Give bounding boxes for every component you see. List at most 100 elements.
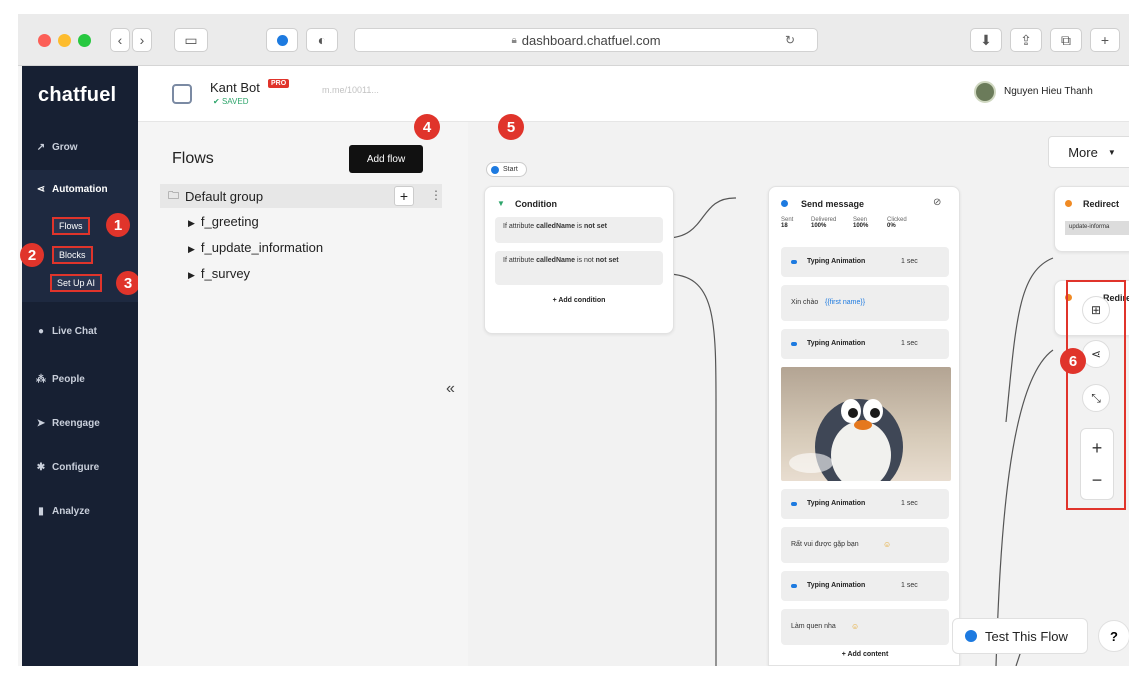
condition-attribute: calledName	[536, 257, 576, 264]
condition-row[interactable]: If attribute calledName is not not set	[495, 251, 663, 285]
sidebar-item-label: Live Chat	[52, 326, 98, 337]
saved-status: ✔ SAVED	[213, 97, 248, 106]
condition-value: not set	[583, 223, 607, 230]
flows-panel: Flows Add flow 4 🗀︎ Default group + ⋮ ▶ f…	[138, 114, 468, 666]
flow-item[interactable]: ▶ f_update_information	[188, 240, 323, 255]
sidebar-subitem-flows[interactable]: Flows	[52, 217, 90, 235]
extension-button[interactable]	[266, 28, 298, 52]
send-message-title: Send message	[801, 199, 865, 209]
url-text: dashboard.chatfuel.com	[521, 32, 661, 48]
redirect-card[interactable]: Redirect update-informa	[1054, 186, 1129, 252]
bot-name[interactable]: Kant Bot	[210, 80, 260, 95]
sidebar-item-automation[interactable]: ⋖ Automation	[36, 184, 108, 195]
reload-icon[interactable]: ↻	[785, 33, 817, 47]
start-pill[interactable]: Start	[486, 162, 527, 177]
flow-group-row[interactable]: 🗀︎ Default group + ⋮	[160, 184, 442, 208]
zoom-out-button[interactable]: −	[1081, 465, 1113, 495]
typing-label: Typing Animation	[807, 500, 866, 507]
zoom-window-button[interactable]	[78, 34, 91, 47]
avatar[interactable]	[974, 81, 996, 103]
condition-card[interactable]: ▼ Condition If attribute calledName is n…	[484, 186, 674, 334]
share-button[interactable]: ⇪	[1010, 28, 1042, 52]
flow-item-label: f_survey	[200, 266, 251, 281]
test-flow-label: Test This Flow	[985, 628, 1068, 644]
penguin-image[interactable]	[781, 367, 951, 481]
share-icon: ⋖	[1090, 347, 1102, 361]
typing-duration: 1 sec	[901, 340, 918, 347]
sidebar-item-analyze[interactable]: ▮ Analyze	[36, 506, 90, 517]
bot-link[interactable]: m.me/10011...	[322, 85, 379, 95]
typing-animation-block[interactable]: Typing Animation 1 sec	[781, 571, 949, 601]
caret-right-icon: ▶	[188, 244, 195, 254]
add-block-button[interactable]: ⊞	[1082, 296, 1110, 324]
condition-row[interactable]: If attribute calledName is not set	[495, 217, 663, 243]
typing-animation-block[interactable]: Typing Animation 1 sec	[781, 489, 949, 519]
share-button[interactable]: ⋖	[1082, 340, 1110, 368]
typing-duration: 1 sec	[901, 258, 918, 265]
flow-item[interactable]: ▶ f_greeting	[188, 214, 259, 229]
link-icon[interactable]: ⊘	[933, 197, 941, 208]
sidebar-item-label: Analyze	[52, 506, 90, 517]
text-message-block[interactable]: Làm quen nha ☺	[781, 609, 949, 645]
typing-animation-block[interactable]: Typing Animation 1 sec	[781, 329, 949, 359]
add-content-button[interactable]: + Add content	[781, 651, 949, 665]
sidebar-subitem-blocks[interactable]: Blocks	[52, 246, 93, 264]
condition-attribute: calledName	[536, 223, 576, 230]
typing-label: Typing Animation	[807, 258, 866, 265]
condition-value: not set	[595, 257, 619, 264]
add-flow-button[interactable]: +	[394, 186, 414, 206]
caret-right-icon: ▶	[188, 218, 195, 228]
test-this-flow-button[interactable]: Test This Flow	[952, 618, 1088, 654]
sidebar-item-reengage[interactable]: ➤ Reengage	[36, 418, 100, 429]
lock-icon: 🔒︎	[511, 34, 517, 46]
sidebar-subitem-setup-ai[interactable]: Set Up AI	[50, 274, 103, 292]
stat-seen: Seen 100%	[853, 217, 869, 229]
text-message-block[interactable]: Xin chào {{first name}}	[781, 285, 949, 321]
start-dot-icon	[491, 166, 499, 174]
sidebar-item-configure[interactable]: ✱ Configure	[36, 462, 99, 473]
more-dropdown[interactable]: More ▼	[1048, 136, 1129, 168]
collapse-panel-button[interactable]: «	[446, 380, 455, 398]
shield-icon: ◐	[317, 32, 327, 48]
stat-sent: Sent 18	[781, 217, 794, 229]
send-message-card[interactable]: Send message ⊘ Sent 18 Delivered 100% Seen…	[768, 186, 960, 666]
tabs-button[interactable]: ⧉	[1050, 28, 1082, 52]
sidebar-item-label: People	[52, 374, 85, 385]
download-button[interactable]: ⬇	[970, 28, 1002, 52]
privacy-button[interactable]: ◐	[306, 28, 338, 52]
close-window-button[interactable]	[38, 34, 51, 47]
forward-button[interactable]: ›	[132, 28, 152, 52]
pro-badge: PRO	[268, 79, 290, 88]
typing-dot-icon	[791, 584, 797, 588]
add-condition-button[interactable]: + Add condition	[495, 291, 663, 311]
condition-operator: is	[576, 223, 583, 230]
typing-animation-block[interactable]: Typing Animation 1 sec	[781, 247, 949, 277]
first-name-variable: {{first name}}	[825, 299, 866, 306]
sidebar-item-grow[interactable]: ↗ Grow	[36, 142, 78, 153]
callout-badge-1: 1	[106, 213, 130, 237]
redirect-target-tag[interactable]: update-informa	[1065, 221, 1129, 235]
add-block-icon: ⊞	[1090, 303, 1102, 317]
flow-canvas[interactable]: 5 Start ▼ Condition If attribute calledN…	[468, 114, 1129, 666]
callout-badge-2: 2	[20, 243, 44, 267]
zoom-in-button[interactable]: +	[1081, 433, 1113, 463]
new-tab-button[interactable]: +	[1090, 28, 1120, 52]
user-name[interactable]: Nguyen Hieu Thanh	[1004, 86, 1093, 97]
more-options-icon[interactable]: ⋮	[430, 188, 442, 202]
top-bar: Kant Bot PRO ✔ SAVED m.me/10011... Nguye…	[138, 66, 1129, 122]
minimize-window-button[interactable]	[58, 34, 71, 47]
sidebar-item-live-chat[interactable]: ● Live Chat	[36, 326, 97, 337]
callout-badge-3: 3	[116, 271, 140, 295]
address-bar[interactable]: 🔒︎ dashboard.chatfuel.com ↻	[354, 28, 818, 52]
back-button[interactable]: ‹	[110, 28, 130, 52]
chat-icon: ●	[37, 326, 45, 337]
text-message-block[interactable]: Rất vui được gặp bạn ☺	[781, 527, 949, 563]
typing-label: Typing Animation	[807, 340, 866, 347]
sidebar-item-people[interactable]: ⁂ People	[36, 374, 85, 385]
help-button[interactable]: ?	[1098, 620, 1129, 652]
collapse-button[interactable]: ⤡	[1082, 384, 1110, 412]
sidebar-toggle-button[interactable]: ▭	[174, 28, 208, 52]
flow-item[interactable]: ▶ f_survey	[188, 266, 250, 281]
caret-right-icon: ▶	[188, 270, 195, 280]
stat-clicked: Clicked 0%	[887, 217, 907, 229]
